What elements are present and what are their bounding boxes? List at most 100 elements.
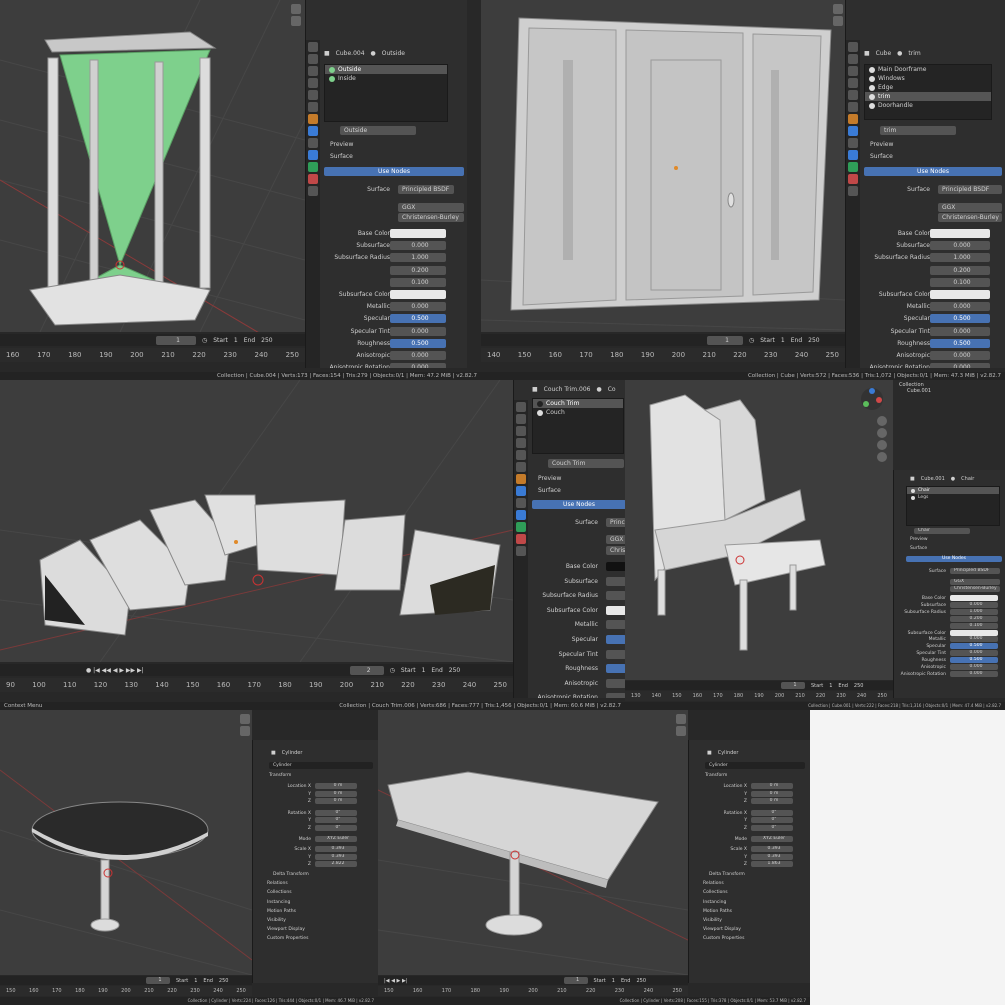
object-data-icon[interactable] bbox=[516, 522, 526, 532]
surface-shader-field[interactable]: Principled BSDF bbox=[950, 568, 1000, 574]
timeline-ruler[interactable]: 160 170 180 190 200 210 220 230 240 250 bbox=[0, 348, 305, 362]
surface-shader-field[interactable]: Principled BSDF bbox=[938, 185, 1002, 194]
start-frame-field[interactable]: 1 bbox=[422, 667, 426, 674]
viewport-3d[interactable] bbox=[0, 380, 513, 662]
distribution-select[interactable]: GGX bbox=[398, 203, 464, 212]
pan-hand-icon[interactable] bbox=[877, 428, 887, 438]
property-value-field[interactable]: 1.000 bbox=[950, 608, 998, 615]
distribution-select[interactable]: GGX bbox=[950, 579, 1000, 585]
collapsed-section[interactable]: Visibility bbox=[267, 918, 286, 923]
subsurface-method-select[interactable]: Christensen-Burley bbox=[398, 213, 464, 222]
output-icon[interactable] bbox=[848, 66, 858, 76]
viewport-header-icons[interactable] bbox=[238, 712, 250, 738]
material-slot-item[interactable]: trim bbox=[865, 92, 991, 101]
transform-value-field[interactable]: 1.863 bbox=[751, 861, 793, 868]
grid-view-icon[interactable] bbox=[833, 16, 843, 26]
viewport-3d[interactable] bbox=[378, 710, 688, 975]
surface-section[interactable]: Surface bbox=[538, 487, 561, 494]
transform-value-field[interactable]: 0° bbox=[315, 825, 357, 831]
view-layer-icon[interactable] bbox=[308, 78, 318, 88]
camera-icon[interactable] bbox=[676, 714, 686, 724]
physics-icon[interactable] bbox=[516, 510, 526, 520]
viewport-header-icons[interactable] bbox=[831, 2, 843, 26]
collapsed-section[interactable]: Delta Transform bbox=[273, 872, 309, 877]
material-name-field[interactable]: Couch Trim bbox=[548, 459, 624, 468]
current-frame-field[interactable]: 1 bbox=[156, 335, 196, 345]
material-slot-item[interactable]: Legs bbox=[907, 494, 999, 501]
transform-value-field[interactable]: 0° bbox=[751, 809, 793, 816]
property-value-field[interactable]: 0.000 bbox=[950, 650, 998, 657]
subsurface-method-select[interactable]: Christensen-Burley bbox=[938, 213, 1002, 222]
collapsed-section[interactable]: Viewport Display bbox=[703, 927, 741, 932]
property-value-field[interactable]: 0.000 bbox=[390, 241, 446, 251]
world-icon[interactable] bbox=[516, 462, 526, 472]
collapsed-section[interactable]: Relations bbox=[267, 881, 288, 886]
world-icon[interactable] bbox=[848, 102, 858, 112]
object-name-field[interactable]: Cylinder bbox=[269, 762, 373, 769]
round-table-model[interactable] bbox=[0, 710, 252, 975]
texture-icon[interactable] bbox=[848, 186, 858, 196]
collapsed-section[interactable]: Viewport Display bbox=[267, 927, 305, 932]
transform-value-field[interactable]: 0.393 bbox=[751, 846, 793, 853]
timeline-ruler[interactable]: 140 150 160 170 180 190 200 210 220 230 240 250 bbox=[481, 348, 845, 362]
transform-value-field[interactable]: 0 m bbox=[315, 790, 357, 797]
view-layer-icon[interactable] bbox=[516, 438, 526, 448]
current-frame-field[interactable]: 2 bbox=[349, 665, 384, 675]
physics-icon[interactable] bbox=[308, 150, 318, 160]
end-frame-field[interactable]: 250 bbox=[449, 667, 460, 674]
transform-value-field[interactable]: 0 m bbox=[751, 798, 793, 805]
transform-value-field[interactable]: 0 m bbox=[315, 783, 357, 789]
couches-model[interactable] bbox=[0, 380, 513, 662]
scene-icon[interactable] bbox=[308, 90, 318, 100]
render-icon[interactable] bbox=[516, 414, 526, 424]
transform-value-field[interactable]: 0 m bbox=[315, 798, 357, 805]
object-icon[interactable] bbox=[308, 114, 318, 124]
property-value-field[interactable] bbox=[606, 693, 625, 698]
material-name-field[interactable]: Outside bbox=[340, 126, 416, 135]
outliner-object[interactable]: Cube.001 bbox=[899, 388, 999, 394]
transform-value-field[interactable]: 0° bbox=[315, 817, 357, 824]
modifier-icon[interactable] bbox=[848, 126, 858, 136]
object-data-icon[interactable] bbox=[848, 162, 858, 172]
collapsed-section[interactable]: Custom Properties bbox=[703, 936, 744, 941]
object-icon[interactable] bbox=[516, 474, 526, 484]
transform-section[interactable]: Transform bbox=[705, 773, 727, 778]
property-value-field[interactable]: 0.500 bbox=[930, 338, 990, 348]
timeline-ruler[interactable]: 150 160 170 180 190 200 210 220 230 240 250 bbox=[378, 986, 688, 996]
viewport-header-icons[interactable] bbox=[289, 2, 301, 26]
material-name-field[interactable]: trim bbox=[880, 126, 956, 135]
particles-icon[interactable] bbox=[516, 498, 526, 508]
current-frame-field[interactable]: 1 bbox=[146, 977, 170, 984]
collapsed-section[interactable]: Delta Transform bbox=[709, 872, 745, 877]
property-value-field[interactable]: 0.000 bbox=[950, 670, 998, 677]
surface-section[interactable]: Surface bbox=[910, 546, 927, 551]
material-icon[interactable] bbox=[516, 534, 526, 544]
output-icon[interactable] bbox=[308, 66, 318, 76]
viewport-3d[interactable] bbox=[0, 0, 305, 332]
current-frame-field[interactable]: 1 bbox=[781, 682, 805, 689]
use-nodes-button[interactable]: Use Nodes bbox=[532, 500, 625, 509]
property-value-field[interactable]: 0.000 bbox=[950, 636, 998, 643]
render-icon[interactable] bbox=[308, 54, 318, 64]
property-value-field[interactable]: 1.000 bbox=[390, 253, 446, 263]
grid-view-icon[interactable] bbox=[877, 452, 887, 462]
timeline-ruler[interactable]: 130 140 150 160 170 180 190 200 210 220 230 240 250 bbox=[625, 691, 893, 701]
viewport-header-icons[interactable] bbox=[674, 712, 686, 738]
property-value-field[interactable] bbox=[390, 229, 446, 238]
material-slot-item[interactable]: Edge bbox=[865, 83, 991, 92]
playback-controls[interactable]: |◀ ◀ ▶ ▶| bbox=[384, 978, 408, 984]
timeline-ruler[interactable]: 150 160 170 180 190 200 210 220 230 240 250 bbox=[0, 986, 252, 996]
hourglass-model[interactable] bbox=[0, 0, 305, 332]
material-slot-item[interactable]: Windows bbox=[865, 74, 991, 83]
particles-icon[interactable] bbox=[848, 138, 858, 148]
end-frame-field[interactable]: 250 bbox=[261, 337, 272, 344]
property-value-field[interactable] bbox=[390, 290, 446, 299]
property-value-field[interactable] bbox=[606, 562, 625, 571]
transform-value-field[interactable]: 0 m bbox=[751, 790, 793, 797]
material-name-field[interactable]: Chair bbox=[914, 528, 970, 534]
texture-icon[interactable] bbox=[516, 546, 526, 556]
transform-value-field[interactable]: XYZ Euler bbox=[751, 835, 793, 842]
material-slot-item[interactable]: Couch bbox=[533, 408, 623, 417]
collapsed-section[interactable]: Collections bbox=[267, 890, 292, 895]
current-frame-field[interactable]: 1 bbox=[563, 977, 588, 984]
